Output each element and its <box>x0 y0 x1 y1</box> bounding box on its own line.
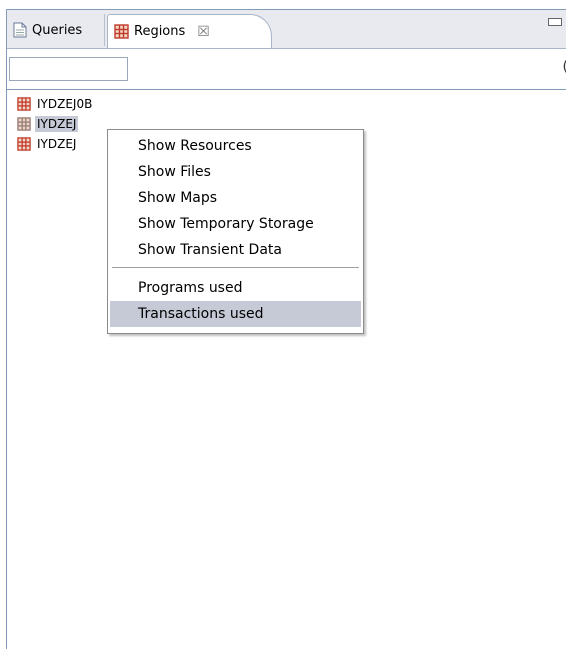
menu-separator <box>112 267 359 268</box>
document-icon <box>13 22 27 38</box>
filter-bar: ( <box>7 49 566 90</box>
tab-regions-label: Regions <box>134 24 186 39</box>
tree-item-region-selected[interactable]: IYDZEJ <box>17 114 79 134</box>
tree-item-label: IYDZEJ0B <box>37 97 93 111</box>
menu-item-transactions-used[interactable]: Transactions used <box>110 301 361 327</box>
tree-item-label: IYDZEJ <box>35 116 79 132</box>
tab-regions[interactable]: Regions ☒ <box>107 14 272 48</box>
close-icon[interactable]: ☒ <box>197 24 210 40</box>
menu-item-show-temporary-storage[interactable]: Show Temporary Storage <box>108 211 363 237</box>
tree-item-label: IYDZEJ <box>37 137 77 151</box>
view-tab-bar: Queries Regions ☒ <box>7 10 566 49</box>
menu-item-programs-used[interactable]: Programs used <box>108 275 363 301</box>
menu-item-show-transient-data[interactable]: Show Transient Data <box>108 237 363 263</box>
tab-queries[interactable]: Queries <box>7 14 105 46</box>
filter-trailing-glyph: ( <box>563 59 566 75</box>
filter-input[interactable] <box>9 57 128 81</box>
region-grid-icon <box>17 137 31 151</box>
region-grid-icon <box>17 97 31 111</box>
region-grid-icon <box>17 117 31 131</box>
minimize-icon[interactable] <box>548 18 562 26</box>
menu-item-show-resources[interactable]: Show Resources <box>108 133 363 159</box>
tree-item-region[interactable]: IYDZEJ <box>17 134 78 154</box>
menu-item-show-files[interactable]: Show Files <box>108 159 363 185</box>
context-menu: Show Resources Show Files Show Maps Show… <box>107 129 364 334</box>
region-grid-icon <box>114 24 129 39</box>
menu-item-show-maps[interactable]: Show Maps <box>108 185 363 211</box>
tree-item-region[interactable]: IYDZEJ0B <box>17 94 94 114</box>
tab-queries-label: Queries <box>32 22 83 38</box>
